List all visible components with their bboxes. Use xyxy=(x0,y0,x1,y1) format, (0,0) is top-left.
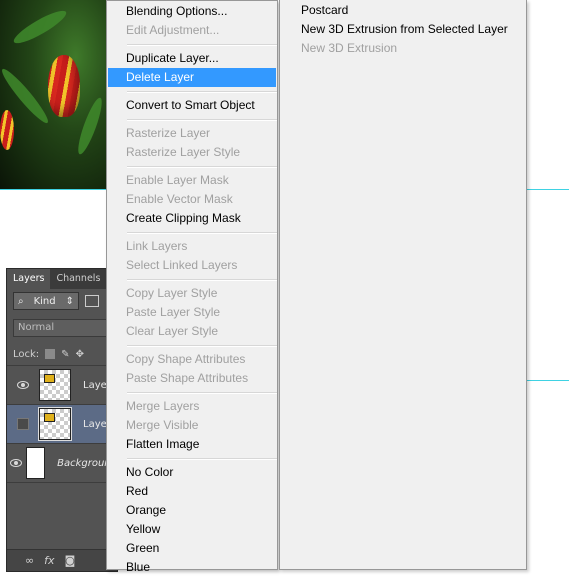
menu-item-rasterize-layer[interactable]: Rasterize Layer xyxy=(108,124,276,143)
layer-thumbnail xyxy=(38,407,72,441)
menu-item-blue[interactable]: Blue xyxy=(108,558,276,577)
eye-icon[interactable] xyxy=(10,459,23,467)
layer-context-menu: Blending Options... Edit Adjustment... D… xyxy=(106,0,278,574)
menu-item-create-clipping-mask[interactable]: Create Clipping Mask xyxy=(108,209,276,228)
image-filter-icon[interactable] xyxy=(85,295,99,307)
layers-panel: Layers Channels ⌕ Kind ⇕ Normal Lock: ✎ … xyxy=(6,268,118,572)
menu-separator xyxy=(127,392,277,394)
layer-row-background[interactable]: Background xyxy=(7,444,117,483)
menu-item-merge-visible[interactable]: Merge Visible xyxy=(108,416,276,435)
layer-thumbnail xyxy=(39,369,71,401)
canvas-edge-guide xyxy=(0,189,106,190)
layers-panel-tabs: Layers Channels xyxy=(7,269,117,289)
menu-separator xyxy=(127,345,277,347)
canvas-edge-guide xyxy=(527,189,569,190)
tab-channels[interactable]: Channels xyxy=(50,269,106,289)
eye-icon[interactable] xyxy=(17,381,29,389)
lock-row: Lock: ✎ ✥ xyxy=(7,343,117,366)
menu-separator xyxy=(127,44,277,46)
menu-separator xyxy=(127,166,277,168)
canvas-photo xyxy=(0,0,108,190)
photo-leaf xyxy=(10,5,70,49)
menu-separator xyxy=(127,119,277,121)
lock-transparent-pixels-icon[interactable] xyxy=(45,349,56,359)
menu-item-flatten-image[interactable]: Flatten Image xyxy=(108,435,276,454)
menu-item-merge-layers[interactable]: Merge Layers xyxy=(108,397,276,416)
menu-item-link-layers[interactable]: Link Layers xyxy=(108,237,276,256)
menu-item-postcard[interactable]: Postcard xyxy=(301,1,348,20)
menu-item-rasterize-layer-style[interactable]: Rasterize Layer Style xyxy=(108,143,276,162)
menu-separator xyxy=(127,91,277,93)
filter-kind-select[interactable]: ⌕ Kind ⇕ xyxy=(13,292,79,310)
menu-item-orange[interactable]: Orange xyxy=(108,501,276,520)
menu-item-paste-layer-style[interactable]: Paste Layer Style xyxy=(108,303,276,322)
menu-item-red[interactable]: Red xyxy=(108,482,276,501)
visibility-toggle-off[interactable] xyxy=(17,418,29,430)
image-icon xyxy=(44,374,55,383)
menu-separator xyxy=(127,458,277,460)
menu-item-copy-layer-style[interactable]: Copy Layer Style xyxy=(108,284,276,303)
context-menu-column-2: Postcard New 3D Extrusion from Selected … xyxy=(279,0,527,570)
photo-leaf xyxy=(74,95,106,157)
menu-item-delete-layer[interactable]: Delete Layer xyxy=(108,68,276,87)
fx-icon[interactable]: fx xyxy=(44,554,54,567)
blend-mode-row: Normal xyxy=(7,313,117,343)
menu-separator xyxy=(127,279,277,281)
menu-item-enable-layer-mask[interactable]: Enable Layer Mask xyxy=(108,171,276,190)
guide-line xyxy=(527,380,569,381)
brush-icon[interactable]: ✎ xyxy=(61,349,69,360)
filter-row: ⌕ Kind ⇕ xyxy=(7,289,117,313)
menu-item-no-color[interactable]: No Color xyxy=(108,463,276,482)
menu-item-green[interactable]: Green xyxy=(108,539,276,558)
chevron-updown-icon: ⇕ xyxy=(65,295,74,307)
menu-item-new-3d-extrusion-from-selected-layer[interactable]: New 3D Extrusion from Selected Layer xyxy=(301,20,508,39)
lock-label: Lock: xyxy=(13,348,40,360)
menu-item-edit-adjustment[interactable]: Edit Adjustment... xyxy=(108,21,276,40)
menu-separator xyxy=(127,232,277,234)
tulip-flower xyxy=(48,55,80,117)
layer-mask-icon[interactable]: ◙ xyxy=(65,554,76,567)
menu-item-duplicate-layer[interactable]: Duplicate Layer... xyxy=(108,49,276,68)
search-icon: ⌕ xyxy=(18,295,24,307)
move-icon[interactable]: ✥ xyxy=(76,349,84,360)
layers-panel-toolbar: ∞ fx ◙ xyxy=(7,549,117,571)
menu-item-paste-shape-attributes[interactable]: Paste Shape Attributes xyxy=(108,369,276,388)
tulip-flower-partial xyxy=(0,110,14,150)
menu-item-yellow[interactable]: Yellow xyxy=(108,520,276,539)
tab-layers[interactable]: Layers xyxy=(7,269,51,289)
menu-item-copy-shape-attributes[interactable]: Copy Shape Attributes xyxy=(108,350,276,369)
image-icon xyxy=(44,413,55,422)
layer-row-selected[interactable]: Layer xyxy=(7,405,117,444)
background-thumbnail xyxy=(25,447,46,479)
menu-item-new-3d-extrusion[interactable]: New 3D Extrusion xyxy=(301,39,397,58)
blend-mode-select[interactable]: Normal xyxy=(13,319,111,337)
link-icon[interactable]: ∞ xyxy=(25,554,34,567)
menu-item-enable-vector-mask[interactable]: Enable Vector Mask xyxy=(108,190,276,209)
menu-item-select-linked-layers[interactable]: Select Linked Layers xyxy=(108,256,276,275)
layer-row[interactable]: Layer xyxy=(7,366,117,405)
menu-item-convert-to-smart-object[interactable]: Convert to Smart Object xyxy=(108,96,276,115)
menu-item-clear-layer-style[interactable]: Clear Layer Style xyxy=(108,322,276,341)
filter-kind-label: Kind xyxy=(33,295,56,307)
menu-item-blending-options[interactable]: Blending Options... xyxy=(108,2,276,21)
